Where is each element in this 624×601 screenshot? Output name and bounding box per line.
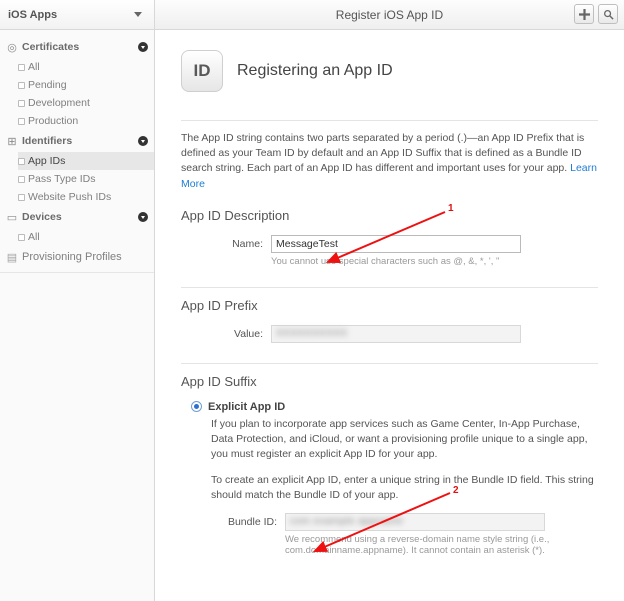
prefix-label: Value: [181,325,271,340]
section-label: Certificates [22,41,138,53]
sidebar-item-cert-development[interactable]: Development [18,94,154,112]
certificate-icon: ◎ [6,41,18,54]
section-certificates[interactable]: ◎ Certificates [0,36,154,58]
explicit-title: Explicit App ID [208,401,285,413]
section-label: Devices [22,211,138,223]
explicit-radio-row[interactable]: Explicit App ID [191,401,598,413]
explicit-desc-1: If you plan to incorporate app services … [211,417,598,463]
device-icon: ▭ [6,211,18,224]
sidebar-item-pass-type-ids[interactable]: Pass Type IDs [18,170,154,188]
section-label: Identifiers [22,135,138,147]
bundle-id-input[interactable]: com example appname [285,513,545,531]
page-header-title: Register iOS App ID [336,8,443,22]
annotation-label-1: 1 [448,203,454,214]
radio-selected-icon [191,401,202,412]
section-title-suffix: App ID Suffix [181,374,598,389]
intro-text: The App ID string contains two parts sep… [181,131,598,192]
sidebar-header[interactable]: iOS Apps [0,0,154,30]
dropdown-icon [134,12,142,17]
name-hint: You cannot use special characters such a… [271,256,598,267]
section-title-description: App ID Description [181,208,598,223]
sidebar-item-cert-all[interactable]: All [18,58,154,76]
section-title-prefix: App ID Prefix [181,298,598,313]
search-button[interactable] [598,4,618,24]
name-input[interactable] [271,235,521,253]
main-header: Register iOS App ID [155,0,624,30]
chevron-down-icon [138,42,148,52]
sidebar-item-app-ids[interactable]: App IDs [18,152,154,170]
profile-icon: ▤ [6,251,18,264]
plus-icon [579,9,590,20]
sidebar: iOS Apps ◎ Certificates All Pending Deve… [0,0,155,601]
chevron-down-icon [138,212,148,222]
search-icon [603,9,614,20]
id-badge-icon: ID [181,50,223,92]
sidebar-item-cert-pending[interactable]: Pending [18,76,154,94]
sidebar-title: iOS Apps [8,9,134,21]
section-devices[interactable]: ▭ Devices [0,206,154,228]
page-title: Registering an App ID [237,62,393,80]
sidebar-item-cert-production[interactable]: Production [18,112,154,130]
sidebar-item-devices-all[interactable]: All [18,228,154,246]
sidebar-item-provisioning-profiles[interactable]: ▤ Provisioning Profiles [0,246,154,268]
identifier-icon: ⊞ [6,135,18,148]
main-panel: Register iOS App ID ID Registering an Ap… [155,0,624,601]
bundle-id-hint: We recommend using a reverse-domain name… [285,534,555,556]
add-button[interactable] [574,4,594,24]
section-identifiers[interactable]: ⊞ Identifiers [0,130,154,152]
sidebar-item-label: Provisioning Profiles [22,251,122,263]
prefix-value: XXXXXXXXXX [271,325,521,343]
sidebar-item-website-push-ids[interactable]: Website Push IDs [18,188,154,206]
bundle-id-label: Bundle ID: [195,513,285,528]
explicit-desc-2: To create an explicit App ID, enter a un… [211,473,598,503]
chevron-down-icon [138,136,148,146]
annotation-label-2: 2 [453,485,459,496]
name-label: Name: [181,235,271,250]
